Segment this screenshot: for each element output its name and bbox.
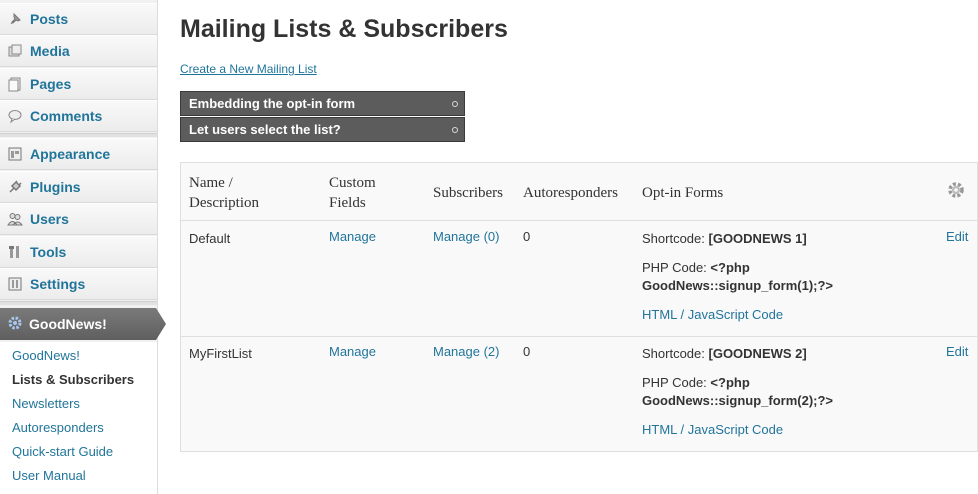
sidebar-item-media[interactable]: Media (0, 35, 157, 67)
sidebar-item-comments[interactable]: Comments (0, 100, 157, 132)
submenu-item-user-manual[interactable]: User Manual (12, 468, 86, 483)
page-title: Mailing Lists & Subscribers (180, 15, 508, 43)
edit-link[interactable]: Edit (946, 229, 968, 244)
sidebar-item-label: Appearance (30, 146, 111, 162)
sidebar-item-pages[interactable]: Pages (0, 68, 157, 100)
list-name: MyFirstList (189, 346, 252, 361)
submenu-item-quick-start-guide[interactable]: Quick-start Guide (12, 444, 113, 459)
sidebar-item-label: Media (30, 43, 70, 59)
submenu-item-lists-subscribers[interactable]: Lists & Subscribers (12, 372, 134, 387)
html-javascript-code-link[interactable]: HTML / JavaScript Code (642, 307, 783, 322)
shortcode-line: Shortcode: [GOODNEWS 1] (642, 231, 807, 246)
submenu-item-goodnews[interactable]: GoodNews! (12, 348, 80, 363)
goodnews-gear-icon (7, 315, 23, 334)
manage-subscribers-link[interactable]: Manage (2) (433, 344, 499, 359)
sidebar-item-goodnews[interactable]: GoodNews! (0, 308, 166, 340)
list-name: Default (189, 231, 231, 246)
help-box-select-list[interactable]: Let users select the list? (180, 117, 465, 142)
autoresponders-count: 0 (523, 229, 531, 244)
help-box-label: Let users select the list? (189, 122, 341, 137)
sidebar-item-users[interactable]: Users (0, 203, 157, 235)
help-box-embedding[interactable]: Embedding the opt-in form (180, 91, 465, 116)
mailing-lists-table: Name / Description Custom Fields Subscri… (180, 162, 978, 452)
column-header-fields: Custom Fields (329, 175, 376, 211)
column-header-subscribers: Subscribers (433, 185, 503, 201)
toggle-dot-icon (452, 101, 458, 107)
settings-icon (6, 275, 24, 293)
sidebar-item-posts[interactable]: Posts (0, 3, 157, 35)
autoresponders-count: 0 (523, 344, 531, 359)
sidebar-item-label: Comments (30, 108, 103, 124)
manage-subscribers-link[interactable]: Manage (0) (433, 229, 499, 244)
column-header-name: Name / Description (189, 175, 259, 211)
sidebar-item-settings[interactable]: Settings (0, 268, 157, 300)
admin-sidebar: Posts Media Pages Comments Appearance Pl… (0, 0, 166, 494)
shortcode-line: Shortcode: [GOODNEWS 2] (642, 346, 807, 361)
pin-icon (6, 10, 24, 28)
column-header-optin: Opt-in Forms (642, 185, 724, 201)
main-content: Mailing Lists & Subscribers Create a New… (180, 0, 978, 494)
submenu-item-autoresponders[interactable]: Autoresponders (12, 420, 104, 435)
submenu-item-newsletters[interactable]: Newsletters (12, 396, 80, 411)
comments-icon (6, 107, 24, 125)
sidebar-item-label: Tools (30, 244, 67, 260)
row-divider (181, 336, 977, 337)
menu-separator (0, 133, 157, 137)
plugins-icon (6, 178, 24, 196)
manage-fields-link[interactable]: Manage (329, 344, 376, 359)
sidebar-item-label: Pages (30, 76, 72, 92)
appearance-icon (6, 145, 24, 163)
sidebar-item-label: Settings (30, 276, 86, 292)
php-code-line: PHP Code: <?php GoodNews::signup_form(2)… (642, 375, 834, 408)
sidebar-item-label: GoodNews! (29, 316, 107, 332)
media-icon (6, 42, 24, 60)
sidebar-item-plugins[interactable]: Plugins (0, 171, 157, 203)
column-header-autoresponders: Autoresponders (523, 185, 618, 201)
sidebar-item-label: Users (30, 211, 69, 227)
sidebar-item-tools[interactable]: Tools (0, 236, 157, 268)
manage-fields-link[interactable]: Manage (329, 229, 376, 244)
php-code-line: PHP Code: <?php GoodNews::signup_form(1)… (642, 260, 834, 293)
pages-icon (6, 75, 24, 93)
help-box-label: Embedding the opt-in form (189, 96, 356, 111)
html-javascript-code-link[interactable]: HTML / JavaScript Code (642, 422, 783, 437)
sidebar-item-label: Plugins (30, 179, 81, 195)
create-mailing-list-link[interactable]: Create a New Mailing List (180, 62, 317, 76)
screen-options-gear-icon[interactable] (947, 181, 965, 199)
menu-separator (0, 301, 157, 305)
edit-link[interactable]: Edit (946, 344, 968, 359)
header-divider (181, 220, 977, 221)
goodnews-submenu: GoodNews! Lists & Subscribers Newsletter… (0, 342, 157, 494)
sidebar-item-appearance[interactable]: Appearance (0, 138, 157, 170)
tools-icon (6, 243, 24, 261)
users-icon (6, 210, 24, 228)
toggle-dot-icon (452, 127, 458, 133)
sidebar-item-label: Posts (30, 11, 69, 27)
